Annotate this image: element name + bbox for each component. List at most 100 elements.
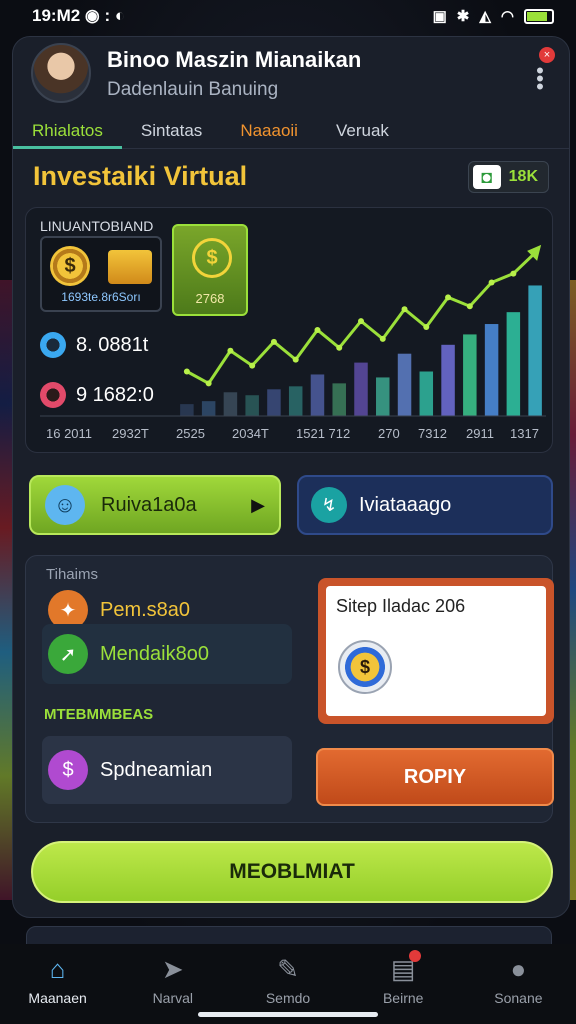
chart-bar bbox=[463, 334, 477, 416]
chart-bar bbox=[419, 371, 434, 416]
promo-card-text: Sitep Iladac 206 bbox=[336, 596, 466, 616]
chart-bar bbox=[376, 377, 390, 416]
chart-label: LINUANTOBIAND bbox=[40, 218, 154, 234]
tab-veruak[interactable]: Veruak bbox=[317, 113, 408, 148]
list-item-1-label: Pem.s8a0 bbox=[100, 598, 191, 621]
chart-point bbox=[314, 326, 321, 333]
promo-card[interactable]: Sitep Iladac 206 $ bbox=[318, 578, 554, 724]
list-item-2[interactable]: ➚ Mendaik8o0 bbox=[42, 624, 292, 684]
status-time: 19:M2 ◉ : ◐ bbox=[32, 6, 125, 26]
x-tick-label: 7312 bbox=[418, 426, 447, 441]
main-submit-button[interactable]: MEOBLMIAT bbox=[31, 841, 553, 903]
play-icon: ▶ bbox=[251, 494, 265, 515]
primary-action-button[interactable]: ☺ Ruiva1a0a ▶ bbox=[29, 475, 281, 535]
nav-label-send: Narval bbox=[152, 990, 194, 1006]
chart-bar bbox=[288, 386, 303, 416]
blue-dot-icon bbox=[40, 332, 66, 358]
battery-icon bbox=[524, 8, 554, 24]
page-subtitle: Dadenlauin Banuing bbox=[107, 79, 279, 100]
status-icons: ▣ ✱ ◭ ◠ bbox=[433, 7, 554, 25]
list-item-2-label: Mendaik8o0 bbox=[100, 642, 209, 665]
stat-value-2: 9 1682:0 bbox=[76, 383, 154, 406]
more-menu-icon[interactable]: • • • bbox=[535, 60, 545, 98]
shield-icon: ◘ bbox=[472, 165, 501, 189]
stat-value-1: 8. 0881t bbox=[76, 333, 149, 356]
chart-bar bbox=[484, 324, 499, 416]
tab-sintatas[interactable]: Sintatas bbox=[122, 113, 221, 148]
status-bar: 19:M2 ◉ : ◐ ▣ ✱ ◭ ◠ bbox=[0, 0, 576, 32]
chart-point bbox=[227, 347, 234, 354]
coin-caption: 1693te.8r6Sorı bbox=[61, 290, 141, 304]
chart-point bbox=[445, 294, 452, 301]
status-time-text: 19:M2 bbox=[32, 6, 81, 25]
tab-naaaoii[interactable]: Naaaoii bbox=[221, 113, 317, 148]
send-icon: ➤ bbox=[161, 953, 184, 984]
nav-item-home[interactable]: ⌂ Maanaen bbox=[0, 944, 115, 1024]
chart-bar bbox=[528, 285, 542, 416]
chart-point bbox=[401, 306, 408, 313]
copy-button[interactable]: ROPIY bbox=[316, 748, 554, 806]
chart-bar bbox=[397, 353, 412, 416]
smiley-icon: ☺ bbox=[45, 485, 85, 525]
x-tick-label: 16 2011 bbox=[46, 426, 93, 441]
tab-bar: Rhialatos Sintatas Naaaoii Veruak bbox=[13, 113, 569, 149]
edit-icon: ✎ bbox=[277, 953, 299, 984]
promo-card-inner: Sitep Iladac 206 $ bbox=[326, 586, 546, 716]
x-tick-label: 1521 712 bbox=[296, 426, 351, 441]
screenshot-icon: ▣ bbox=[432, 8, 447, 25]
chart-point bbox=[466, 303, 473, 310]
chart-bar bbox=[506, 312, 521, 416]
stat-row-2: 9 1682:0 bbox=[40, 382, 154, 408]
chart-bar bbox=[223, 392, 238, 416]
chart-bar bbox=[332, 383, 346, 416]
chart-bar bbox=[310, 374, 325, 416]
chart-point bbox=[423, 324, 430, 330]
home-icon: ⌂ bbox=[49, 953, 66, 984]
close-icon[interactable]: × bbox=[539, 47, 555, 63]
signal-icon: ◭ bbox=[479, 8, 491, 25]
dollar-caption: 2768 bbox=[195, 291, 225, 306]
coin-icon: $ bbox=[50, 246, 90, 286]
chart-bar bbox=[441, 344, 455, 416]
primary-action-label: Ruiva1a0a bbox=[101, 493, 197, 516]
badge-value: 18K bbox=[508, 168, 538, 185]
trend-arrow-icon: ➚ bbox=[48, 634, 88, 674]
nav-label-briefcase: Beirne bbox=[382, 990, 424, 1006]
lower-panel: Tihaims ✦ Pem.s8a0 ➚ Mendaik8o0 MTEBMMBE… bbox=[25, 555, 554, 823]
home-indicator bbox=[198, 1012, 378, 1017]
x-tick-label: 2034T bbox=[232, 426, 269, 441]
chart-point bbox=[270, 338, 277, 345]
secondary-action-button[interactable]: ↯ Iviataaago bbox=[297, 475, 553, 535]
chart-panel: LINUANTOBIAND $ 1693te.8r6Sorı $ 2768 8.… bbox=[25, 207, 553, 453]
status-extra-icons: ◉ : ◐ bbox=[84, 6, 126, 25]
chart-point bbox=[336, 344, 343, 351]
chart-bar bbox=[201, 401, 216, 416]
coin-icon: $ bbox=[338, 640, 392, 694]
wallet-icon bbox=[108, 250, 152, 284]
coin-widget[interactable]: $ 1693te.8r6Sorı bbox=[40, 236, 162, 312]
notification-badge bbox=[408, 950, 421, 962]
nav-item-profile[interactable]: ● Sonane bbox=[461, 944, 576, 1024]
nav-label-edit: Semdo bbox=[265, 990, 311, 1006]
main-card: Binoo Maszin Mianaikan Dadenlauin Banuin… bbox=[12, 36, 570, 918]
x-tick-label: 2525 bbox=[176, 426, 205, 441]
chart-bar bbox=[180, 404, 194, 416]
chart-bar bbox=[267, 389, 281, 416]
dollar-widget[interactable]: $ 2768 bbox=[172, 224, 248, 316]
red-dot-icon bbox=[40, 382, 66, 408]
list-item-3[interactable]: $ Spdneamian bbox=[42, 736, 292, 804]
tab-rhialatos[interactable]: Rhialatos bbox=[13, 113, 122, 149]
bluetooth-icon: ✱ bbox=[456, 8, 470, 25]
nav-label-profile: Sonane bbox=[494, 990, 543, 1006]
next-card-peek bbox=[26, 926, 552, 946]
wifi-icon: ◠ bbox=[500, 8, 514, 25]
chart-point bbox=[292, 356, 299, 363]
x-tick-label: 270 bbox=[378, 426, 400, 441]
chart-point bbox=[379, 335, 386, 342]
chart-point bbox=[510, 270, 517, 277]
secondary-action-label: Iviataaago bbox=[359, 493, 452, 516]
nav-label-home: Maanaen bbox=[28, 990, 87, 1006]
user-icon: ● bbox=[510, 953, 527, 984]
status-badge[interactable]: ◘ 18K bbox=[467, 161, 549, 193]
avatar[interactable] bbox=[31, 43, 91, 103]
